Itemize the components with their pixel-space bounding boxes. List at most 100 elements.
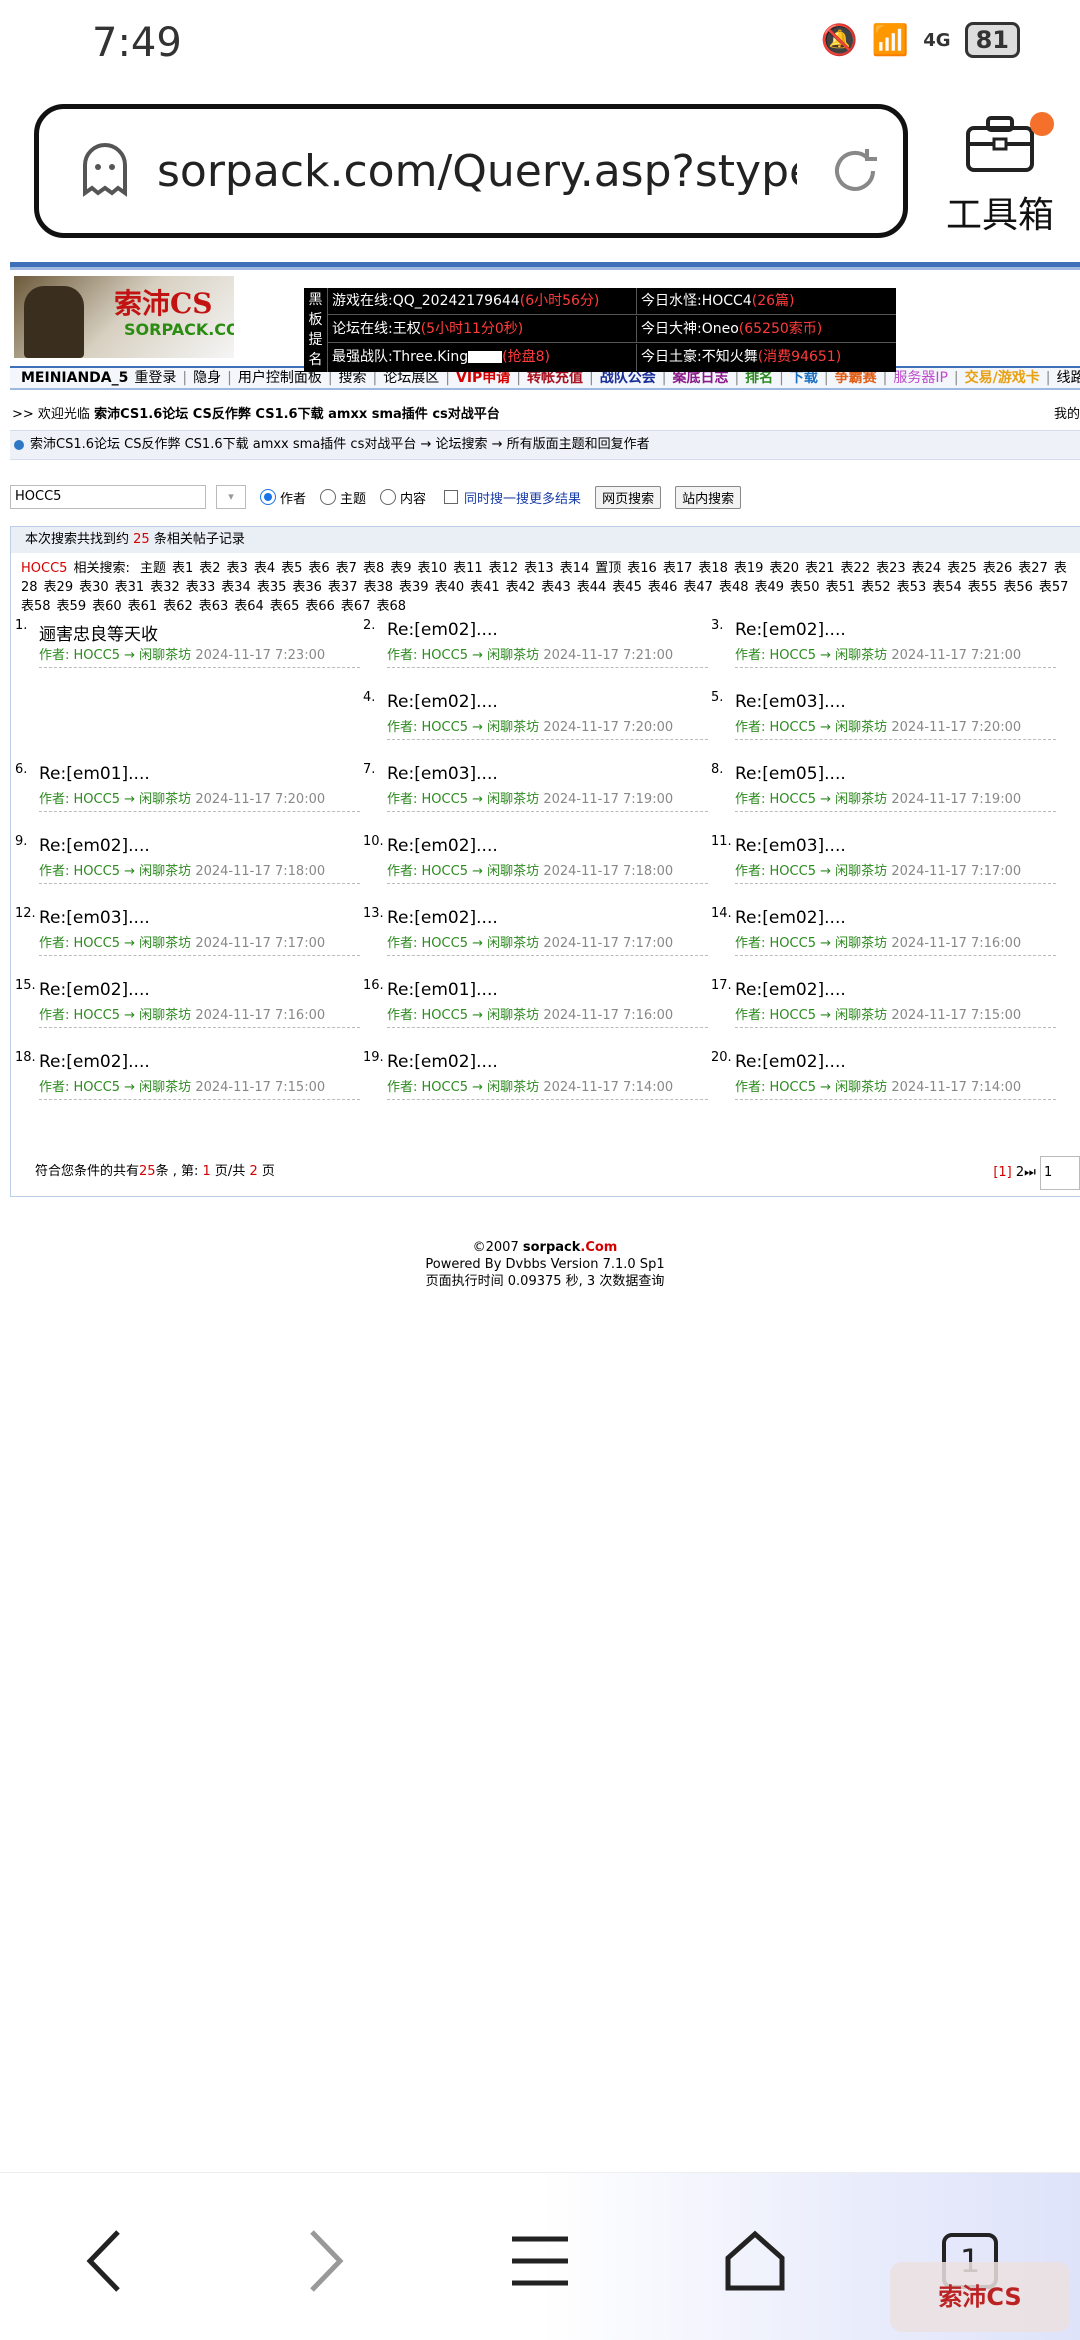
result-title[interactable]: Re:[em02].... — [735, 620, 846, 640]
nav-vip[interactable]: VIP申请 — [453, 370, 513, 386]
result-title[interactable]: Re:[em02].... — [735, 1052, 846, 1072]
related-table-link[interactable]: 表12 — [489, 561, 519, 576]
result-board[interactable]: 闲聊茶坊 — [139, 864, 191, 879]
related-table-link[interactable]: 表46 — [648, 580, 678, 595]
related-table-link[interactable]: 表59 — [57, 599, 87, 614]
result-title[interactable]: Re:[em02].... — [387, 692, 498, 712]
related-table-link[interactable]: 表33 — [186, 580, 216, 595]
result-board[interactable]: 闲聊茶坊 — [835, 864, 887, 879]
related-table-link[interactable]: 表26 — [983, 561, 1013, 576]
result-title[interactable]: Re:[em03].... — [39, 908, 150, 928]
related-table-link[interactable]: 表17 — [663, 561, 693, 576]
result-board[interactable]: 闲聊茶坊 — [487, 792, 539, 807]
result-board[interactable]: 闲聊茶坊 — [487, 648, 539, 663]
related-table-link[interactable]: 表53 — [897, 580, 927, 595]
related-table-link[interactable]: 表8 — [363, 561, 384, 576]
related-table-link[interactable]: 表11 — [453, 561, 483, 576]
radio-content[interactable] — [380, 489, 397, 505]
result-author[interactable]: HOCC5 — [422, 864, 468, 879]
related-table-link[interactable]: 表22 — [841, 561, 871, 576]
related-table-link[interactable]: 表23 — [876, 561, 906, 576]
result-author[interactable]: HOCC5 — [770, 864, 816, 879]
pager-input[interactable]: 1 — [1040, 1156, 1080, 1190]
result-board[interactable]: 闲聊茶坊 — [835, 1008, 887, 1023]
result-board[interactable]: 闲聊茶坊 — [835, 648, 887, 663]
site-search-button[interactable]: 站内搜索 — [675, 485, 742, 509]
related-table-link[interactable]: 表42 — [506, 580, 536, 595]
result-author[interactable]: HOCC5 — [422, 1080, 468, 1095]
result-author[interactable]: HOCC5 — [770, 936, 816, 951]
related-table-link[interactable]: 表60 — [92, 599, 122, 614]
welcome-right[interactable]: 我的 — [1054, 404, 1080, 426]
related-table-link[interactable]: 表47 — [683, 580, 713, 595]
result-title[interactable]: Re:[em05].... — [735, 764, 846, 784]
related-table-link[interactable]: 表18 — [698, 561, 728, 576]
result-author[interactable]: HOCC5 — [422, 792, 468, 807]
related-table-link[interactable]: 表63 — [199, 599, 229, 614]
related-table-link[interactable]: 表67 — [341, 599, 371, 614]
result-author[interactable]: HOCC5 — [74, 792, 120, 807]
pager-last-icon[interactable]: ⏭ — [1024, 1165, 1036, 1180]
web-search-button[interactable]: 网页搜索 — [595, 485, 662, 509]
result-board[interactable]: 闲聊茶坊 — [139, 1080, 191, 1095]
result-author[interactable]: HOCC5 — [422, 1008, 468, 1023]
related-table-link[interactable]: 表58 — [21, 599, 51, 614]
result-title[interactable]: Re:[em02].... — [387, 908, 498, 928]
related-table-link[interactable]: 表62 — [163, 599, 193, 614]
result-title[interactable]: Re:[em02].... — [39, 980, 150, 1000]
result-author[interactable]: HOCC5 — [74, 936, 120, 951]
nav-diary[interactable]: 案底日志 — [669, 370, 731, 386]
related-table-link[interactable]: 表6 — [308, 561, 329, 576]
related-table-link[interactable]: 表25 — [947, 561, 977, 576]
result-board[interactable]: 闲聊茶坊 — [487, 1008, 539, 1023]
related-table-link[interactable]: 表48 — [719, 580, 749, 595]
related-table-link[interactable]: 表40 — [435, 580, 465, 595]
back-button[interactable] — [60, 2221, 150, 2301]
related-table-link[interactable]: 表49 — [754, 580, 784, 595]
result-board[interactable]: 闲聊茶坊 — [139, 648, 191, 663]
related-table-link[interactable]: 表51 — [826, 580, 856, 595]
related-table-link[interactable]: 表24 — [912, 561, 942, 576]
related-table-link[interactable]: 表4 — [254, 561, 275, 576]
result-board[interactable]: 闲聊茶坊 — [487, 936, 539, 951]
result-author[interactable]: HOCC5 — [74, 1008, 120, 1023]
related-table-link[interactable]: 表20 — [769, 561, 799, 576]
related-user[interactable]: HOCC5 — [21, 561, 67, 576]
nav-hide[interactable]: 隐身 — [190, 370, 224, 386]
related-table-link[interactable]: 置顶 — [595, 561, 621, 576]
result-author[interactable]: HOCC5 — [770, 1080, 816, 1095]
related-table-link[interactable]: 表56 — [1003, 580, 1033, 595]
nav-recharge[interactable]: 转帐充值 — [524, 370, 586, 386]
result-board[interactable]: 闲聊茶坊 — [487, 1080, 539, 1095]
result-author[interactable]: HOCC5 — [770, 792, 816, 807]
nav-rank[interactable]: 排名 — [742, 370, 776, 386]
result-title[interactable]: Re:[em01].... — [39, 764, 150, 784]
result-board[interactable]: 闲聊茶坊 — [835, 1080, 887, 1095]
result-title[interactable]: Re:[em02].... — [39, 1052, 150, 1072]
nav-search[interactable]: 搜索 — [336, 370, 370, 386]
result-board[interactable]: 闲聊茶坊 — [487, 720, 539, 735]
pager-next[interactable]: 2 — [1016, 1165, 1024, 1180]
related-table-link[interactable]: 表27 — [1018, 561, 1048, 576]
result-author[interactable]: HOCC5 — [422, 720, 468, 735]
result-author[interactable]: HOCC5 — [422, 648, 468, 663]
result-title[interactable]: Re:[em03].... — [387, 764, 498, 784]
reload-icon[interactable] — [827, 143, 883, 199]
more-results-checkbox[interactable] — [444, 490, 459, 504]
related-table-link[interactable]: 主题 — [140, 561, 166, 576]
result-title[interactable]: Re:[em01].... — [387, 980, 498, 1000]
home-button[interactable] — [710, 2221, 800, 2301]
result-title[interactable]: Re:[em02].... — [735, 980, 846, 1000]
nav-server-ip[interactable]: 服务器IP — [890, 370, 951, 386]
breadcrumb-text[interactable]: 索沛CS1.6论坛 CS反作弊 CS1.6下载 amxx sma插件 cs对战平… — [30, 437, 650, 452]
related-table-link[interactable]: 表39 — [399, 580, 429, 595]
welcome-site-link[interactable]: 索沛CS1.6论坛 CS反作弊 CS1.6下载 amxx sma插件 cs对战平… — [94, 407, 500, 422]
result-title[interactable]: Re:[em03].... — [735, 836, 846, 856]
forward-button[interactable] — [280, 2221, 370, 2301]
related-table-link[interactable]: 表21 — [805, 561, 835, 576]
result-author[interactable]: HOCC5 — [74, 648, 120, 663]
result-board[interactable]: 闲聊茶坊 — [139, 792, 191, 807]
result-board[interactable]: 闲聊茶坊 — [487, 864, 539, 879]
related-table-link[interactable]: 表1 — [172, 561, 193, 576]
result-author[interactable]: HOCC5 — [770, 648, 816, 663]
